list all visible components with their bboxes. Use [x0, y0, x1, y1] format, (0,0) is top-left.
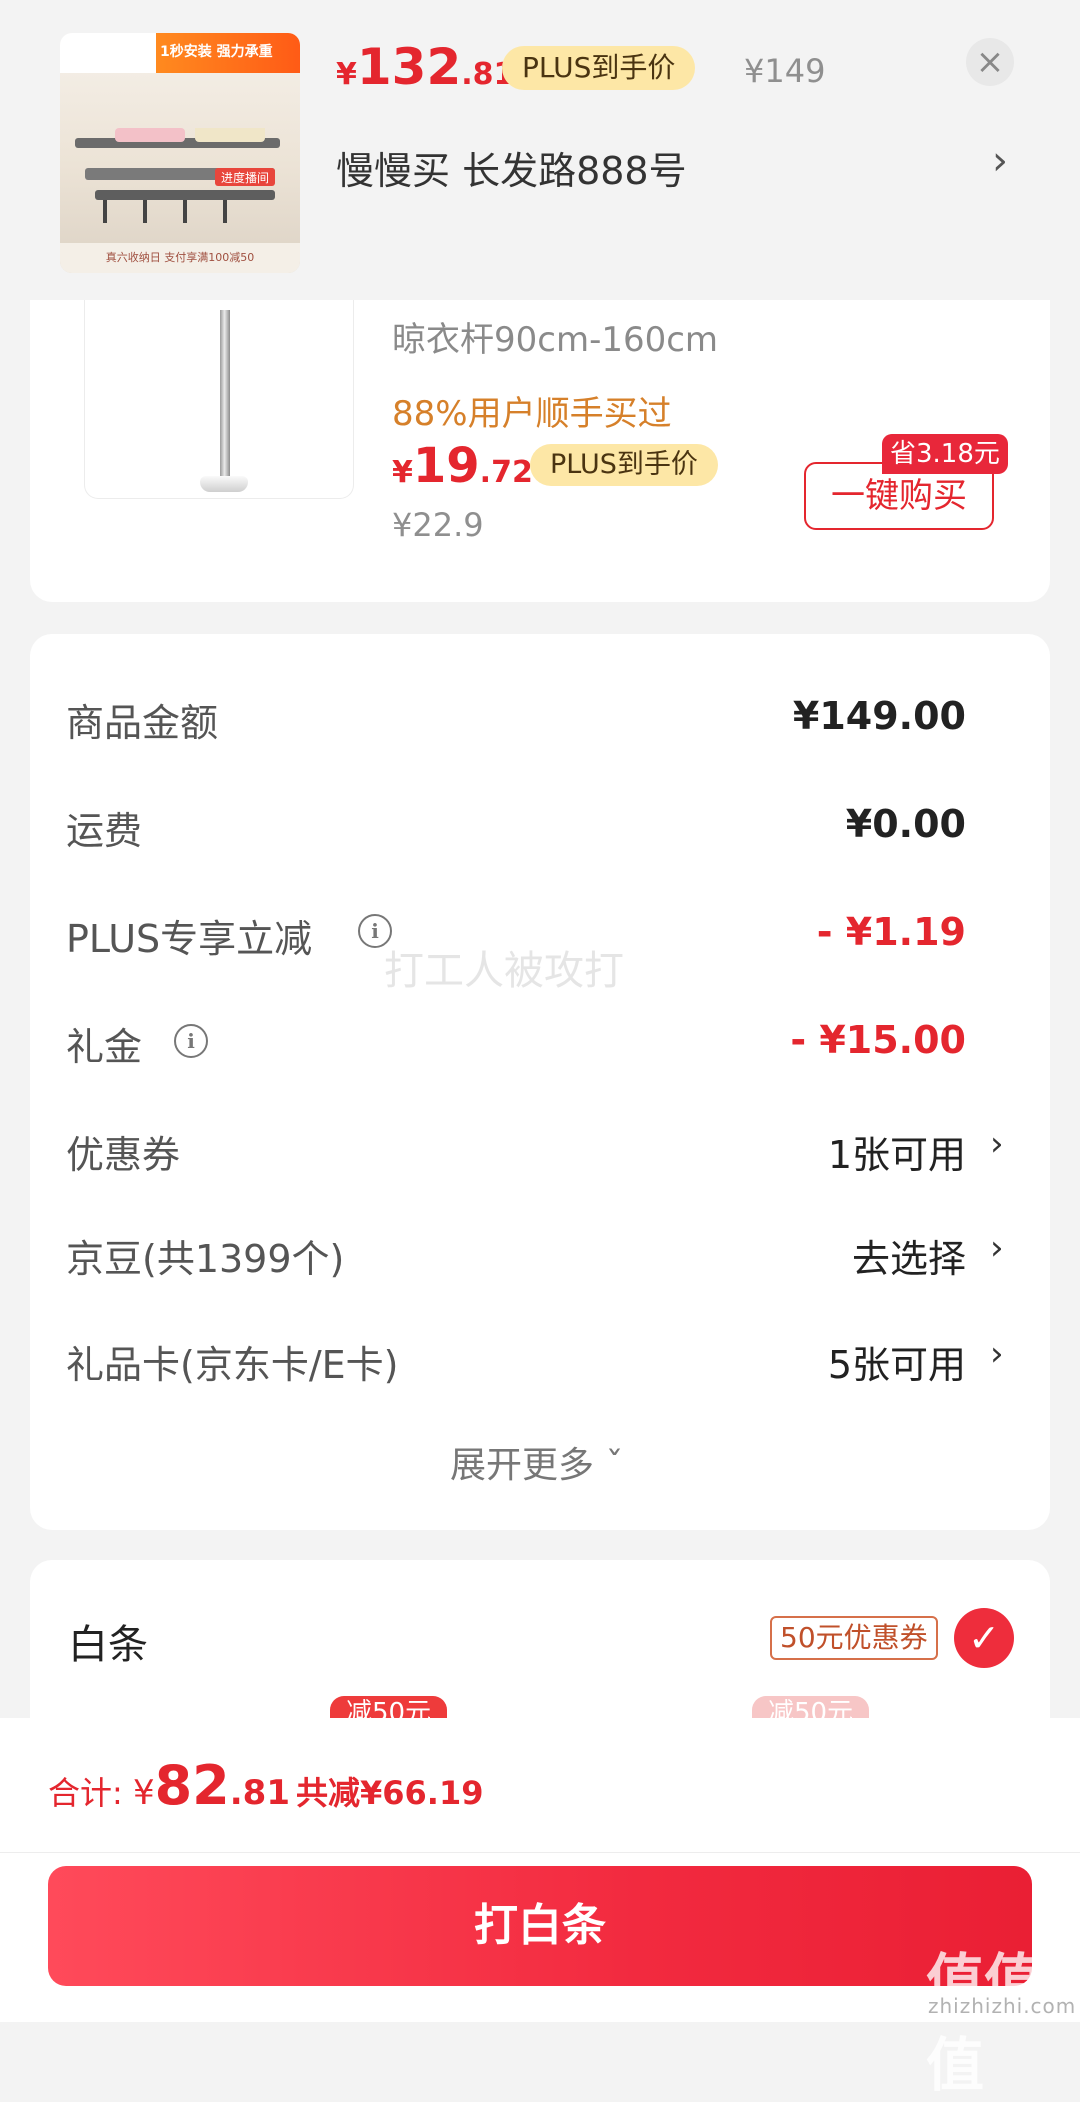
price-summary-card — [30, 634, 1050, 1530]
summary-value-jingdou[interactable]: 去选择 — [852, 1228, 966, 1283]
address-chevron-icon[interactable]: › — [992, 138, 1008, 184]
summary-label-gift-money: 礼金 — [66, 1025, 143, 1069]
summary-label-goods: 商品金额 — [66, 701, 219, 745]
clothes-pole-foot — [200, 476, 248, 492]
site-watermark-logo: 值值值 — [926, 1947, 1043, 2099]
gift-money-info-icon[interactable]: i — [174, 1024, 208, 1058]
summary-label-plus-discount: PLUS专享立减 — [66, 917, 313, 961]
order-total: 合计: ¥82.81 共减¥66.19 — [48, 1754, 484, 1817]
jingdou-chevron-icon[interactable]: › — [990, 1228, 1004, 1268]
summary-value-coupon[interactable]: 1张可用 — [828, 1124, 966, 1179]
gift-card-chevron-icon[interactable]: › — [990, 1334, 1004, 1374]
summary-value-plus-discount: - ¥1.19 — [816, 910, 966, 954]
summary-label-coupon[interactable]: 优惠券 — [66, 1124, 180, 1179]
site-watermark-url: zhizhizhi.com — [928, 1994, 1077, 2018]
summary-label-gift-card[interactable]: 礼品卡(京东卡/E卡) — [66, 1334, 398, 1389]
summary-value-shipping: ¥0.00 — [845, 802, 966, 846]
plus-price-badge: PLUS到手价 — [502, 46, 696, 90]
original-price: ¥149 — [744, 52, 826, 90]
thumb-sticker: 进度播间 — [221, 170, 269, 185]
product-header: 1秒安装 强力承重 进度播间 真六收纳日 支付享满100减50 ¥132.81 … — [0, 0, 1080, 300]
pay-with-baitiao-button[interactable]: 打白条 — [48, 1866, 1032, 1986]
addon-item-image[interactable] — [84, 290, 354, 499]
checkout-bar: 合计: ¥82.81 共减¥66.19 打白条 值值值 zhizhizhi.com — [0, 1718, 1080, 2099]
summary-value-gift-card[interactable]: 5张可用 — [828, 1334, 966, 1389]
thumb-footer: 真六收纳日 支付享满100减50 — [60, 243, 300, 273]
addon-item-name: 晾衣杆90cm-160cm — [392, 320, 719, 360]
addon-item-hint: 88%用户顺手买过 — [392, 394, 672, 434]
thumb-banner-text: 1秒安装 强力承重 — [160, 44, 273, 60]
close-button[interactable]: × — [966, 38, 1014, 86]
product-thumbnail[interactable]: 1秒安装 强力承重 进度播间 真六收纳日 支付享满100减50 — [60, 33, 300, 273]
checkout-divider — [0, 1852, 1080, 1853]
user-watermark: 打工人被攻打 — [384, 948, 624, 994]
addon-plus-badge: PLUS到手价 — [530, 444, 718, 486]
delivery-address[interactable]: 慢慢买 长发路888号 — [336, 140, 687, 195]
save-amount-tag: 省3.18元 — [882, 434, 1008, 474]
summary-value-goods: ¥149.00 — [792, 694, 966, 738]
summary-value-gift-money: - ¥15.00 — [790, 1018, 966, 1062]
clothes-pole-image — [220, 310, 230, 480]
addon-item-original-price: ¥22.9 — [392, 506, 484, 544]
baitiao-coupon-tag: 50元优惠券 — [770, 1616, 938, 1660]
thumb-banner: 1秒安装 强力承重 — [60, 33, 300, 73]
addon-item-price: ¥19.72 — [392, 438, 533, 494]
baitiao-selected-check-icon[interactable]: ✓ — [954, 1608, 1014, 1668]
sale-price: ¥132.81 — [336, 38, 515, 96]
summary-label-jingdou[interactable]: 京豆(共1399个) — [66, 1228, 344, 1283]
summary-label-shipping: 运费 — [66, 809, 143, 853]
expand-more-button[interactable]: 展开更多 ˇ — [450, 1436, 623, 1488]
baitiao-label[interactable]: 白条 — [68, 1612, 148, 1670]
coupon-chevron-icon[interactable]: › — [990, 1124, 1004, 1164]
towel-rack-image: 进度播间 — [75, 128, 280, 223]
